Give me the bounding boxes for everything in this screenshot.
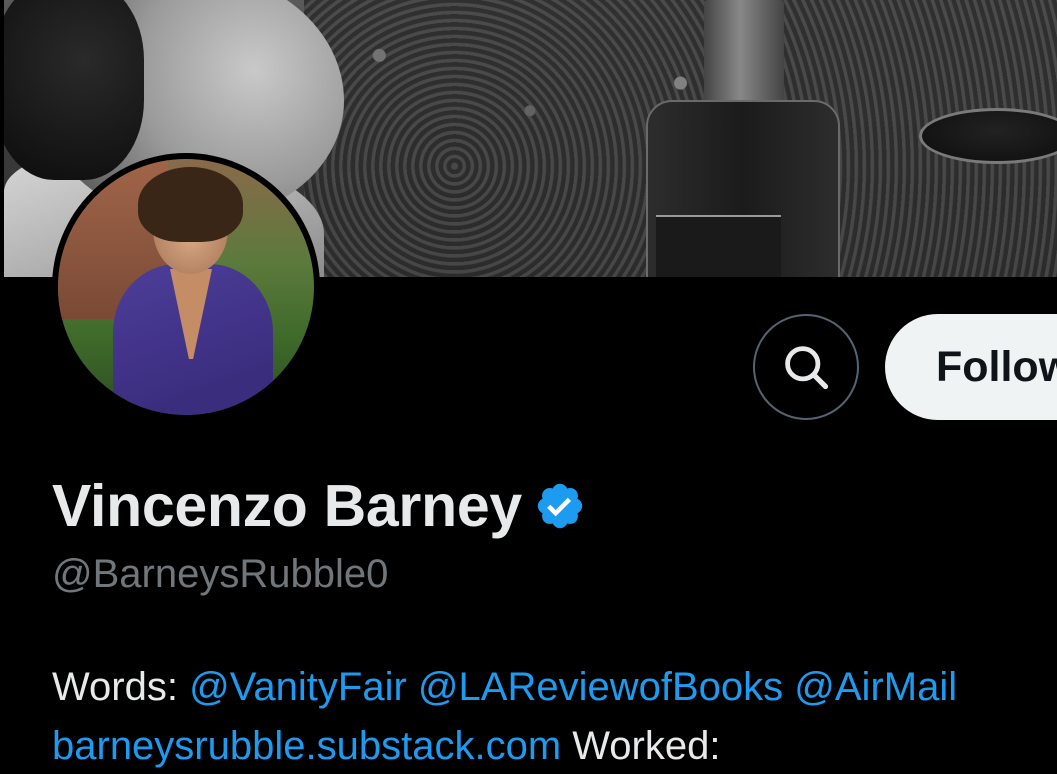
banner-bottle-neck [704, 0, 784, 110]
bio-mention-airmail[interactable]: @AirMail [794, 665, 957, 709]
profile-page: Follow Vincenzo Barney @BarneysRubble0 W… [0, 0, 1057, 774]
search-icon [785, 346, 829, 390]
search-button[interactable] [753, 314, 859, 420]
bio-mention-lareviewofbooks[interactable]: @LAReviewofBooks [418, 665, 783, 709]
banner-figure-hair [4, 0, 144, 180]
avatar-hair [138, 167, 243, 242]
bio-substack-link[interactable]: barneysrubble.substack.com [52, 724, 561, 768]
follow-button[interactable]: Follow [885, 314, 1057, 420]
bio-words-label: Words: [52, 665, 178, 709]
avatar-photo [58, 159, 314, 415]
bio-worked-label: Worked: [572, 724, 721, 768]
verified-badge-icon[interactable] [534, 480, 586, 532]
bio-line-1: Words: @VanityFair @LAReviewofBooks @Air… [52, 658, 1057, 717]
banner-bottle-label [656, 215, 781, 277]
profile-bio: Words: @VanityFair @LAReviewofBooks @Air… [52, 658, 1057, 774]
display-name: Vincenzo Barney [52, 473, 522, 539]
bio-mention-vanityfair[interactable]: @VanityFair [189, 665, 407, 709]
profile-handle: @BarneysRubble0 [52, 552, 389, 596]
profile-avatar[interactable] [52, 153, 320, 421]
bio-line-2: barneysrubble.substack.com Worked: [52, 717, 1057, 774]
name-row: Vincenzo Barney [52, 472, 586, 540]
